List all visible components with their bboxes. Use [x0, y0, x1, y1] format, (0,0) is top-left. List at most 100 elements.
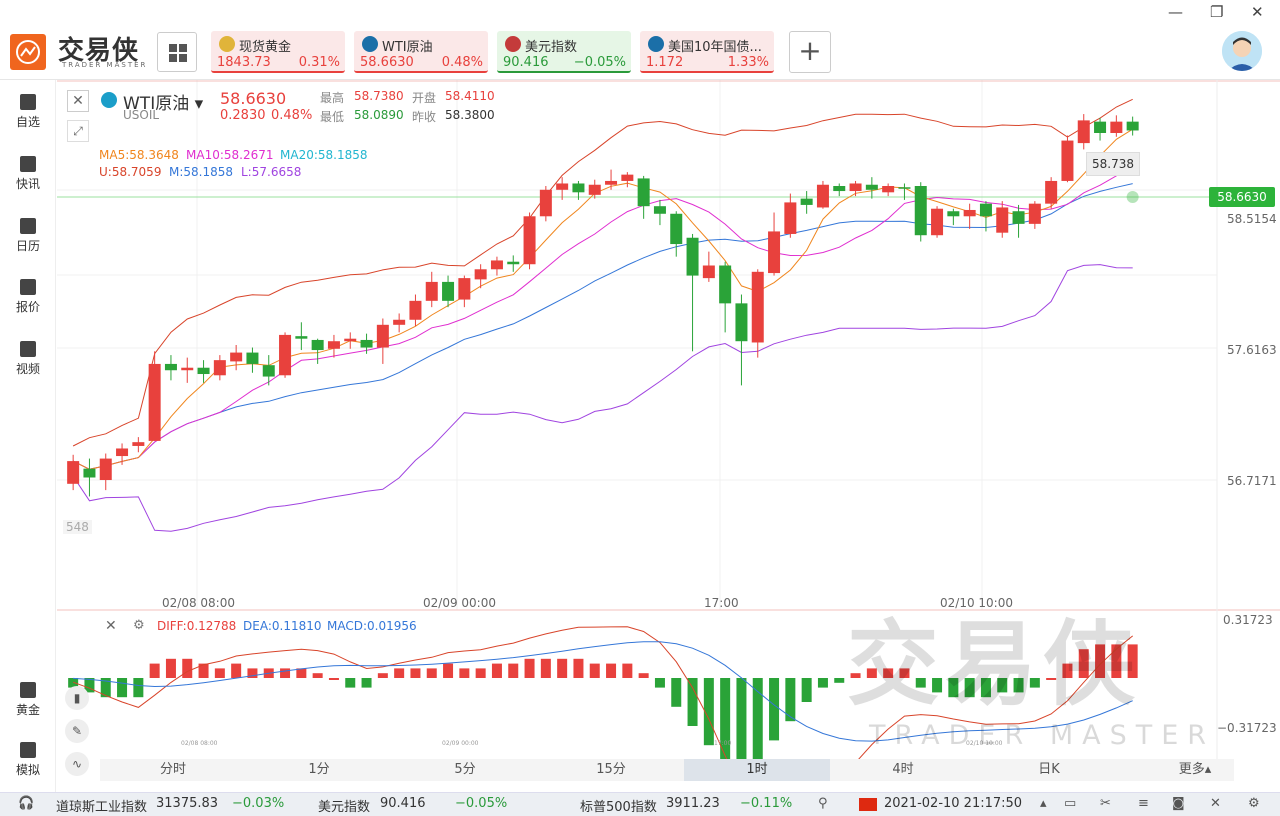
close-macd-icon[interactable]: ✕: [105, 618, 117, 634]
minimize-icon[interactable]: —: [1168, 3, 1183, 21]
link-icon[interactable]: ⚲: [818, 796, 828, 811]
macd-diff-label: DIFF:0.12788: [157, 619, 237, 633]
ticker-name: 美国10年国债...: [668, 40, 762, 55]
candle-body: [605, 180, 618, 185]
add-ticker-button[interactable]: +: [789, 31, 831, 73]
candle-body: [996, 207, 1009, 233]
timeframe-tab[interactable]: 1时: [684, 759, 830, 781]
gold-icon: [219, 36, 235, 52]
prev-close-value: 58.3800: [445, 108, 495, 122]
time-tick: 02/09 00:00: [423, 596, 496, 610]
sidebar-item[interactable]: 黄金: [0, 682, 56, 718]
close-window-icon[interactable]: ✕: [1251, 3, 1264, 21]
timeframe-tab[interactable]: 5分: [392, 759, 538, 781]
macd-bar: [508, 663, 519, 678]
sidebar-item[interactable]: 快讯: [0, 156, 56, 192]
ticker-card[interactable]: 美国10年国债... 1.172 1.33%: [640, 31, 774, 73]
open-label: 开盘: [412, 91, 437, 105]
user-avatar[interactable]: [1222, 31, 1262, 71]
candle-body: [865, 184, 878, 190]
camera-icon[interactable]: ◙: [1172, 796, 1185, 811]
macd-time-tick: 02/09 00:00: [442, 740, 479, 747]
macd-bar: [182, 658, 193, 678]
open-value: 58.4110: [445, 89, 495, 103]
candle-body: [442, 281, 455, 301]
status-index-value: 90.416: [380, 796, 426, 811]
candle-body: [376, 324, 389, 348]
change-abs: 0.2830: [220, 108, 266, 123]
logo-subtitle: TRADER MASTER: [62, 61, 148, 69]
support-icon[interactable]: 🎧: [18, 796, 34, 811]
timeframe-tab[interactable]: 4时: [830, 759, 976, 781]
candle-body: [327, 341, 340, 349]
simulate-icon: [20, 742, 36, 758]
macd-bar: [231, 663, 242, 678]
sidebar-item[interactable]: 报价: [0, 279, 56, 315]
restore-icon[interactable]: ❐: [1210, 3, 1223, 21]
candle-body: [490, 260, 503, 270]
macd-bar: [817, 678, 828, 688]
screen-icon[interactable]: ▭: [1064, 796, 1076, 811]
candle-body: [898, 187, 911, 189]
watchlist-grid-button[interactable]: [157, 32, 197, 72]
gear-icon[interactable]: ⚙: [1248, 796, 1260, 811]
macd-dea-label: DEA:0.11810: [243, 619, 322, 633]
expand-icon[interactable]: ⤢: [67, 120, 89, 142]
draw-tool-icon[interactable]: ✎: [65, 719, 89, 743]
candle-body: [849, 183, 862, 192]
price-tick: 57.6163: [1227, 343, 1277, 357]
low-value: 58.0890: [354, 108, 404, 122]
sidebar-item[interactable]: 日历: [0, 218, 56, 254]
candle-body: [751, 271, 764, 343]
menu-icon[interactable]: ≡: [1138, 796, 1149, 811]
candle-tool-icon[interactable]: ▮: [65, 686, 89, 710]
macd-axis-top: 0.31723: [1223, 613, 1273, 627]
mute-icon[interactable]: ✕: [1210, 796, 1221, 811]
sidebar-item-label: 模拟: [15, 763, 40, 777]
candle-body: [164, 363, 177, 371]
status-index-name: 标普500指数: [580, 800, 657, 815]
macd-bar: [671, 678, 682, 707]
news-icon: [20, 156, 36, 172]
macd-bar: [459, 668, 470, 678]
ticker-card[interactable]: 现货黄金 1843.73 0.31%: [211, 31, 345, 73]
candle-body: [1110, 121, 1123, 133]
macd-bar: [149, 663, 160, 678]
ticker-name: WTI原油: [382, 40, 433, 55]
close-chart-icon[interactable]: ✕: [67, 90, 89, 112]
macd-value-label: MACD:0.01956: [327, 619, 417, 633]
timeframe-tab[interactable]: 15分: [538, 759, 684, 781]
ticker-name: 现货黄金: [239, 40, 292, 55]
candle-body: [914, 186, 927, 236]
settings-icon[interactable]: ⚙: [133, 618, 145, 633]
sidebar-item-label: 黄金: [15, 703, 40, 717]
macd-bar: [475, 668, 486, 678]
candle-body: [393, 319, 406, 325]
candle-body: [99, 458, 112, 481]
candle-body: [637, 178, 650, 207]
current-price-tag: 58.6630: [1209, 187, 1275, 207]
candle-body: [1094, 121, 1107, 133]
macd-bar: [573, 658, 584, 678]
candle-body: [523, 216, 536, 265]
sidebar-item[interactable]: 自选: [0, 94, 56, 130]
boll-mid-label: M:58.1858: [169, 165, 234, 179]
status-index-change: −0.03%: [232, 796, 285, 811]
sidebar-item[interactable]: 模拟: [0, 742, 56, 778]
macd-bar: [214, 668, 225, 678]
tools-icon[interactable]: ✂: [1100, 796, 1111, 811]
indicator-tool-icon[interactable]: ∿: [65, 752, 89, 776]
timeframe-tab[interactable]: 更多▴: [1122, 759, 1268, 781]
ticker-card[interactable]: WTI原油 58.6630 0.48%: [354, 31, 488, 73]
sidebar-item[interactable]: 视频: [0, 341, 56, 377]
ticker-card[interactable]: 美元指数 90.416 −0.05%: [497, 31, 631, 73]
macd-bar: [622, 663, 633, 678]
chart-panel: ✕ ⤢ WTI原油 ▾ USOIL 58.6630 0.2830 0.48% 最…: [57, 80, 1280, 776]
timeframe-tab[interactable]: 日K: [976, 759, 1122, 781]
ticker-price: 1.172: [646, 55, 684, 70]
change-pct: 0.48%: [271, 108, 313, 123]
collapse-icon[interactable]: ▴: [1040, 796, 1047, 811]
timeframe-tab[interactable]: 1分: [246, 759, 392, 781]
candle-body: [181, 367, 194, 371]
timeframe-tab[interactable]: 分时: [100, 759, 246, 781]
